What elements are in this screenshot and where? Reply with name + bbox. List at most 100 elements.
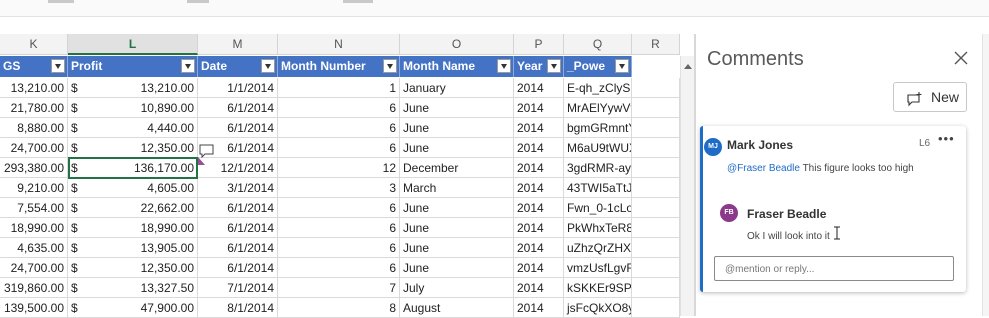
- column-header-q[interactable]: Q: [564, 34, 632, 55]
- cell-currency[interactable]: $: [68, 98, 82, 118]
- cell-profit[interactable]: 47,900.00: [82, 298, 198, 318]
- cell-year[interactable]: 2014: [514, 198, 564, 218]
- filter-dropdown-icon[interactable]: [383, 59, 397, 73]
- cell-year[interactable]: 2014: [514, 118, 564, 138]
- vertical-scrollbar[interactable]: [680, 56, 695, 316]
- filter-dropdown-icon[interactable]: [547, 59, 561, 73]
- cell-date[interactable]: 6/1/2014: [198, 98, 278, 118]
- cell-date[interactable]: 7/1/2014: [198, 278, 278, 298]
- cell-gs[interactable]: 9,210.00: [0, 178, 68, 198]
- cell-month-number[interactable]: 6: [278, 198, 400, 218]
- cell-date[interactable]: 6/1/2014: [198, 198, 278, 218]
- cell-gs[interactable]: 4,635.00: [0, 238, 68, 258]
- cell-currency[interactable]: $: [68, 238, 82, 258]
- cell-date[interactable]: 8/1/2014: [198, 298, 278, 318]
- selected-cell-l6[interactable]: [68, 157, 198, 179]
- header-power[interactable]: _Powe: [564, 56, 632, 77]
- cell-r[interactable]: [632, 258, 680, 278]
- cell-year[interactable]: 2014: [514, 218, 564, 238]
- filter-dropdown-icon[interactable]: [615, 59, 629, 73]
- cell-gs[interactable]: 7,554.00: [0, 198, 68, 218]
- cell-gs[interactable]: 24,700.00: [0, 258, 68, 278]
- cell-currency[interactable]: $: [68, 258, 82, 278]
- cell-month-name[interactable]: June: [400, 198, 514, 218]
- cell-power[interactable]: E-qh_zClySI: [564, 78, 632, 98]
- cell-currency[interactable]: $: [68, 278, 82, 298]
- cell-month-number[interactable]: 6: [278, 138, 400, 158]
- cell-month-number[interactable]: 1: [278, 78, 400, 98]
- reply-box[interactable]: [714, 256, 954, 281]
- cell-year[interactable]: 2014: [514, 138, 564, 158]
- cell-currency[interactable]: $: [68, 198, 82, 218]
- cell-currency[interactable]: $: [68, 178, 82, 198]
- cell-profit[interactable]: 18,990.00: [82, 218, 198, 238]
- cell-month-number[interactable]: 6: [278, 238, 400, 258]
- cell-date[interactable]: 6/1/2014: [198, 238, 278, 258]
- cell-profit[interactable]: 13,327.50: [82, 278, 198, 298]
- cell-month-name[interactable]: June: [400, 138, 514, 158]
- cell-r[interactable]: [632, 118, 680, 138]
- cell-r[interactable]: [632, 138, 680, 158]
- cell-power[interactable]: kSKKEr9SPXw: [564, 278, 632, 298]
- cell-year[interactable]: 2014: [514, 278, 564, 298]
- cell-power[interactable]: 43TWI5aTtJ0: [564, 178, 632, 198]
- column-header-m[interactable]: M: [198, 34, 278, 55]
- header-year[interactable]: Year: [514, 56, 564, 77]
- cell-month-name[interactable]: June: [400, 258, 514, 278]
- cell-month-number[interactable]: 3: [278, 178, 400, 198]
- cell-currency[interactable]: $: [68, 118, 82, 138]
- comment-indicator-icon[interactable]: [198, 143, 216, 165]
- cell-month-name[interactable]: June: [400, 238, 514, 258]
- cell-month-number[interactable]: 6: [278, 118, 400, 138]
- cell-power[interactable]: PkWhxTeR8Jg: [564, 218, 632, 238]
- cell-power[interactable]: vmzUsfLgvRY: [564, 258, 632, 278]
- cell-r[interactable]: [632, 278, 680, 298]
- cell-currency[interactable]: $: [68, 78, 82, 98]
- cell-month-name[interactable]: June: [400, 98, 514, 118]
- header-profit[interactable]: Profit: [68, 56, 198, 77]
- cell-gs[interactable]: 21,780.00: [0, 98, 68, 118]
- cell-currency[interactable]: $: [68, 218, 82, 238]
- column-header-n[interactable]: N: [278, 34, 400, 55]
- cell-power[interactable]: MrAElYywVfM: [564, 98, 632, 118]
- cell-date[interactable]: 1/1/2014: [198, 78, 278, 98]
- cell-date[interactable]: 3/1/2014: [198, 178, 278, 198]
- cell-profit[interactable]: 13,210.00: [82, 78, 198, 98]
- header-date[interactable]: Date: [198, 56, 278, 77]
- cell-month-name[interactable]: June: [400, 118, 514, 138]
- column-header-l[interactable]: L: [68, 34, 198, 55]
- cell-r[interactable]: [632, 158, 680, 178]
- cell-gs[interactable]: 13,210.00: [0, 78, 68, 98]
- cell-power[interactable]: uZhzQrZHX40: [564, 238, 632, 258]
- filter-dropdown-icon[interactable]: [181, 59, 195, 73]
- cell-year[interactable]: 2014: [514, 258, 564, 278]
- cell-profit[interactable]: 22,662.00: [82, 198, 198, 218]
- cell-month-number[interactable]: 8: [278, 298, 400, 318]
- filter-dropdown-icon[interactable]: [497, 59, 511, 73]
- cell-r[interactable]: [632, 78, 680, 98]
- column-header-p[interactable]: P: [514, 34, 564, 55]
- column-header-r[interactable]: R: [632, 34, 680, 55]
- cell-month-number[interactable]: 6: [278, 218, 400, 238]
- cell-gs[interactable]: 18,990.00: [0, 218, 68, 238]
- cell-year[interactable]: 2014: [514, 238, 564, 258]
- cell-power[interactable]: Fwn_0-1cLoM: [564, 198, 632, 218]
- more-options-icon[interactable]: •••: [938, 131, 955, 146]
- cell-r[interactable]: [632, 198, 680, 218]
- comment-thread[interactable]: MJ Mark Jones L6 ••• @Fraser Beadle This…: [700, 126, 966, 292]
- cell-month-name[interactable]: December: [400, 158, 514, 178]
- cell-currency[interactable]: $: [68, 138, 82, 158]
- close-icon[interactable]: [952, 49, 970, 67]
- header-gs[interactable]: GS: [0, 56, 68, 77]
- filter-dropdown-icon[interactable]: [51, 59, 65, 73]
- cell-profit[interactable]: 4,440.00: [82, 118, 198, 138]
- cell-profit[interactable]: 10,890.00: [82, 98, 198, 118]
- scroll-up-arrow-icon[interactable]: [684, 64, 692, 69]
- cell-profit[interactable]: 4,605.00: [82, 178, 198, 198]
- header-month-number[interactable]: Month Number: [278, 56, 400, 77]
- cell-gs[interactable]: 293,380.00: [0, 158, 68, 178]
- cell-profit[interactable]: 12,350.00: [82, 138, 198, 158]
- cell-gs[interactable]: 319,860.00: [0, 278, 68, 298]
- cell-r[interactable]: [632, 298, 680, 318]
- filter-dropdown-icon[interactable]: [261, 59, 275, 73]
